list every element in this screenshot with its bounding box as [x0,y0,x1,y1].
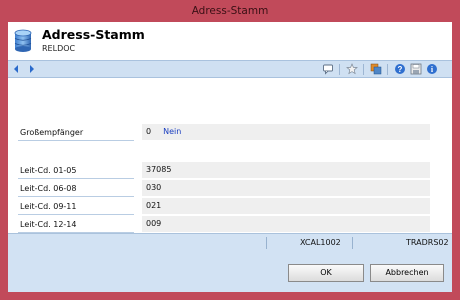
field-value-text[interactable]: Nein [163,127,181,136]
field-label: Leit-Cd. 06-08 [18,180,134,197]
field-value[interactable]: 009 [142,216,430,232]
reports-icon[interactable] [370,63,382,75]
dialog-footer: XCAL1002 TRADRS02 OK Abbrechen [8,233,452,292]
field-row-grossempfaenger: Großempfänger 0 Nein [8,124,452,141]
toolbar: ? i [8,60,452,78]
svg-text:?: ? [398,65,403,74]
status-program: TRADRS02 [406,238,449,247]
field-label: Leit-Cd. 12-14 [18,216,134,233]
page-subtitle: RELDOC [42,44,76,53]
field-value[interactable]: 030 [142,180,430,196]
cancel-button[interactable]: Abbrechen [370,264,444,282]
field-row-leit-cd-12-14: Leit-Cd. 12-14 009 [8,216,452,233]
field-label: Leit-Cd. 09-11 [18,198,134,215]
forward-arrow-icon[interactable] [26,63,38,75]
dialog-window: Adress-Stamm Adress-Stamm RELDOC ? i Gro… [0,0,460,300]
dialog-client: Adress-Stamm RELDOC ? i Großempfänger 0 N… [8,22,452,292]
toolbar-separator [387,64,388,75]
comment-icon[interactable] [322,63,334,75]
status-module: XCAL1002 [300,238,341,247]
field-row-leit-cd-09-11: Leit-Cd. 09-11 021 [8,198,452,215]
field-label: Großempfänger [18,124,134,141]
field-label: Leit-Cd. 01-05 [18,162,134,179]
ok-button[interactable]: OK [288,264,364,282]
page-title: Adress-Stamm [42,27,145,42]
toolbar-separator [339,64,340,75]
save-icon[interactable] [410,63,422,75]
database-icon [14,29,32,52]
field-value[interactable]: 37085 [142,162,430,178]
form-content: Großempfänger 0 Nein Leit-Cd. 01-05 37085… [8,78,452,233]
dialog-header: Adress-Stamm RELDOC [8,22,452,60]
status-separator [266,237,267,249]
back-arrow-icon[interactable] [10,63,22,75]
status-separator [352,237,353,249]
window-title: Adress-Stamm [191,5,269,17]
field-value-box[interactable]: 0 Nein [142,124,430,140]
field-value[interactable]: 021 [142,198,430,214]
toolbar-separator [363,64,364,75]
field-value: 0 [146,127,152,136]
field-row-leit-cd-01-05: Leit-Cd. 01-05 37085 [8,162,452,179]
star-icon[interactable] [346,63,358,75]
field-row-leit-cd-06-08: Leit-Cd. 06-08 030 [8,180,452,197]
info-icon[interactable]: i [426,63,438,75]
help-icon[interactable]: ? [394,63,406,75]
